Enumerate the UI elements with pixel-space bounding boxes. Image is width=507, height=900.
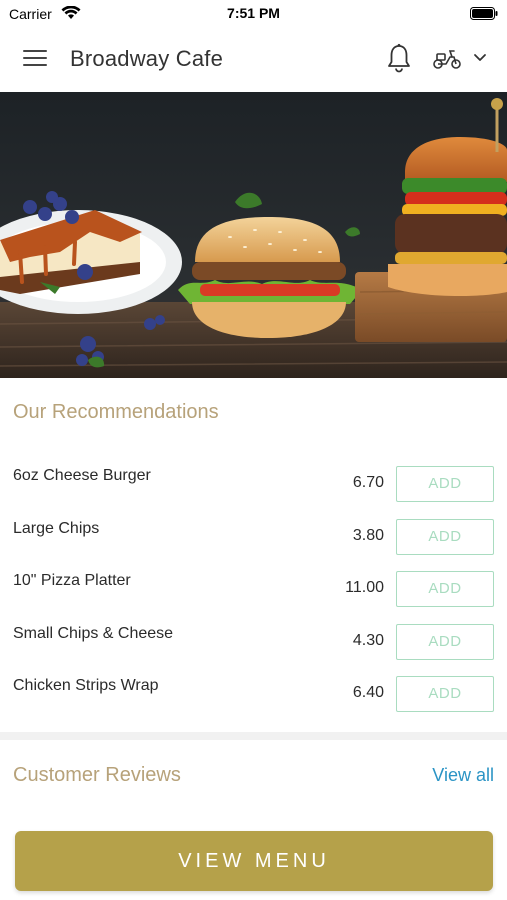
add-button[interactable]: ADD <box>396 518 494 555</box>
item-name: 6oz Cheese Burger <box>13 467 151 484</box>
status-bar: Carrier 7:51 PM <box>0 0 507 28</box>
list-item: Large Chips 3.80 ADD <box>0 511 507 564</box>
view-menu-button[interactable]: VIEW MENU <box>15 831 493 891</box>
item-price: 6.40 <box>352 684 384 701</box>
item-price: 11.00 <box>345 579 384 596</box>
item-name: 10" Pizza Platter <box>13 572 131 589</box>
battery-icon <box>470 7 498 20</box>
item-name: Small Chips & Cheese <box>13 624 174 642</box>
view-all-reviews-link[interactable]: View all <box>432 765 494 786</box>
hamburger-menu-icon[interactable] <box>23 50 47 68</box>
scooter-icon[interactable] <box>432 48 462 70</box>
section-divider <box>0 732 507 740</box>
add-button[interactable]: ADD <box>396 466 494 502</box>
item-price: 3.80 <box>352 526 384 544</box>
list-item: Small Chips & Cheese 4.30 ADD <box>0 616 507 669</box>
status-time: 7:51 PM <box>227 5 280 21</box>
list-item: 10" Pizza Platter 11.00 ADD <box>0 563 507 616</box>
item-name: Chicken Strips Wrap <box>13 677 159 694</box>
add-button[interactable]: ADD <box>396 571 494 607</box>
bell-icon[interactable] <box>386 43 412 73</box>
item-name: Large Chips <box>13 519 100 537</box>
item-price: 4.30 <box>352 631 384 649</box>
app-header: Broadway Cafe <box>0 28 507 92</box>
list-item: Chicken Strips Wrap 6.40 ADD <box>0 668 507 721</box>
add-button[interactable]: ADD <box>396 676 494 712</box>
chevron-down-icon[interactable] <box>473 53 487 63</box>
reviews-title: Customer Reviews <box>13 764 181 786</box>
recommendations-title: Our Recommendations <box>13 401 219 423</box>
list-item: 6oz Cheese Burger 6.70 ADD <box>0 458 507 511</box>
hero-banner-image <box>0 92 507 378</box>
recommendations-list: 6oz Cheese Burger 6.70 ADD Large Chips 3… <box>0 458 507 721</box>
page-title: Broadway Cafe <box>70 46 224 71</box>
item-price: 6.70 <box>352 474 384 491</box>
add-button[interactable]: ADD <box>396 623 494 660</box>
